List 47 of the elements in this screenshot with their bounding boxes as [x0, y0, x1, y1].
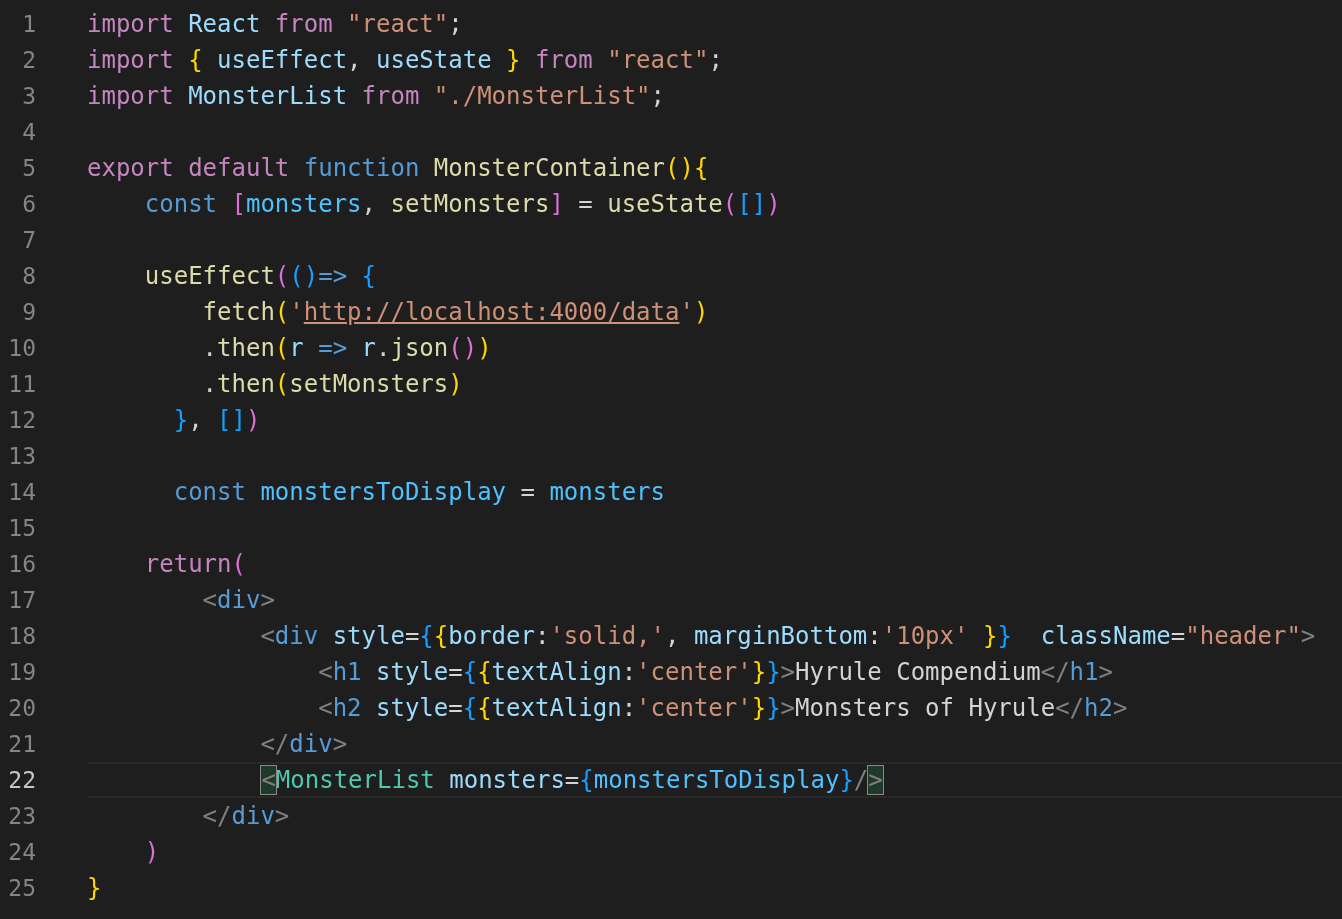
code-line: .then(setMonsters) [201, 369, 463, 399]
line-number: 24 [7, 839, 36, 865]
code-line: import React from "react"; [87, 9, 463, 39]
code-line: }, []) [172, 405, 261, 435]
code-line: } [87, 873, 102, 903]
code-line: </div> [259, 729, 348, 759]
line-number: 16 [7, 551, 36, 577]
code-line: import { useEffect, useState } from "react"; [87, 45, 723, 75]
code-line: fetch('http://localhost:4000/data') [201, 297, 709, 327]
line-number: 11 [7, 371, 36, 397]
line-number: 15 [7, 515, 36, 541]
line-number: 20 [7, 695, 36, 721]
line-number: 2 [21, 47, 36, 73]
line-number: 7 [21, 227, 36, 253]
line-number: 21 [7, 731, 36, 757]
code-line: </div> [201, 801, 290, 831]
url-link[interactable]: http://localhost:4000/data [303, 298, 680, 326]
line-number: 18 [7, 623, 36, 649]
line-number: 25 [7, 875, 36, 901]
code-line: ) [143, 837, 160, 867]
code-line: import MonsterList from "./MonsterList"; [87, 81, 665, 111]
code-line: const monstersToDisplay = monsters [172, 477, 665, 507]
code-line: export default function MonsterContainer(){ [87, 153, 709, 183]
line-number: 10 [7, 335, 36, 361]
code-line: <h2 style={{textAlign:'center'}}>Monsters of Hyrule</h2> [317, 693, 1128, 723]
code-line: <h1 style={{textAlign:'center'}}>Hyrule Compendium</h1> [317, 657, 1113, 687]
code-line: <MonsterList monsters={monstersToDisplay}/> [260, 765, 883, 795]
line-number: 19 [7, 659, 36, 685]
line-number: 22 [7, 767, 36, 793]
code-line: <div> [201, 585, 275, 615]
line-number: 14 [7, 479, 36, 505]
code-line: return( [143, 549, 246, 579]
line-number: 5 [21, 155, 36, 181]
line-number: 3 [21, 83, 36, 109]
code-line: useEffect(()=> { [143, 261, 376, 291]
line-number: 4 [21, 119, 36, 145]
line-number: 12 [7, 407, 36, 433]
line-number: 6 [21, 191, 36, 217]
code-line: const [monsters, setMonsters] = useState([]) [143, 189, 781, 219]
code-line: .then(r => r.json()) [201, 333, 492, 363]
line-number: 13 [7, 443, 36, 469]
line-number: 9 [21, 299, 36, 325]
line-number: 17 [7, 587, 36, 613]
line-number: 8 [21, 263, 36, 289]
line-number: 23 [7, 803, 36, 829]
line-number: 1 [21, 11, 36, 37]
code-line: <div style={{border:'solid,', marginBottom:'10px' }} className="header"> [259, 621, 1316, 651]
